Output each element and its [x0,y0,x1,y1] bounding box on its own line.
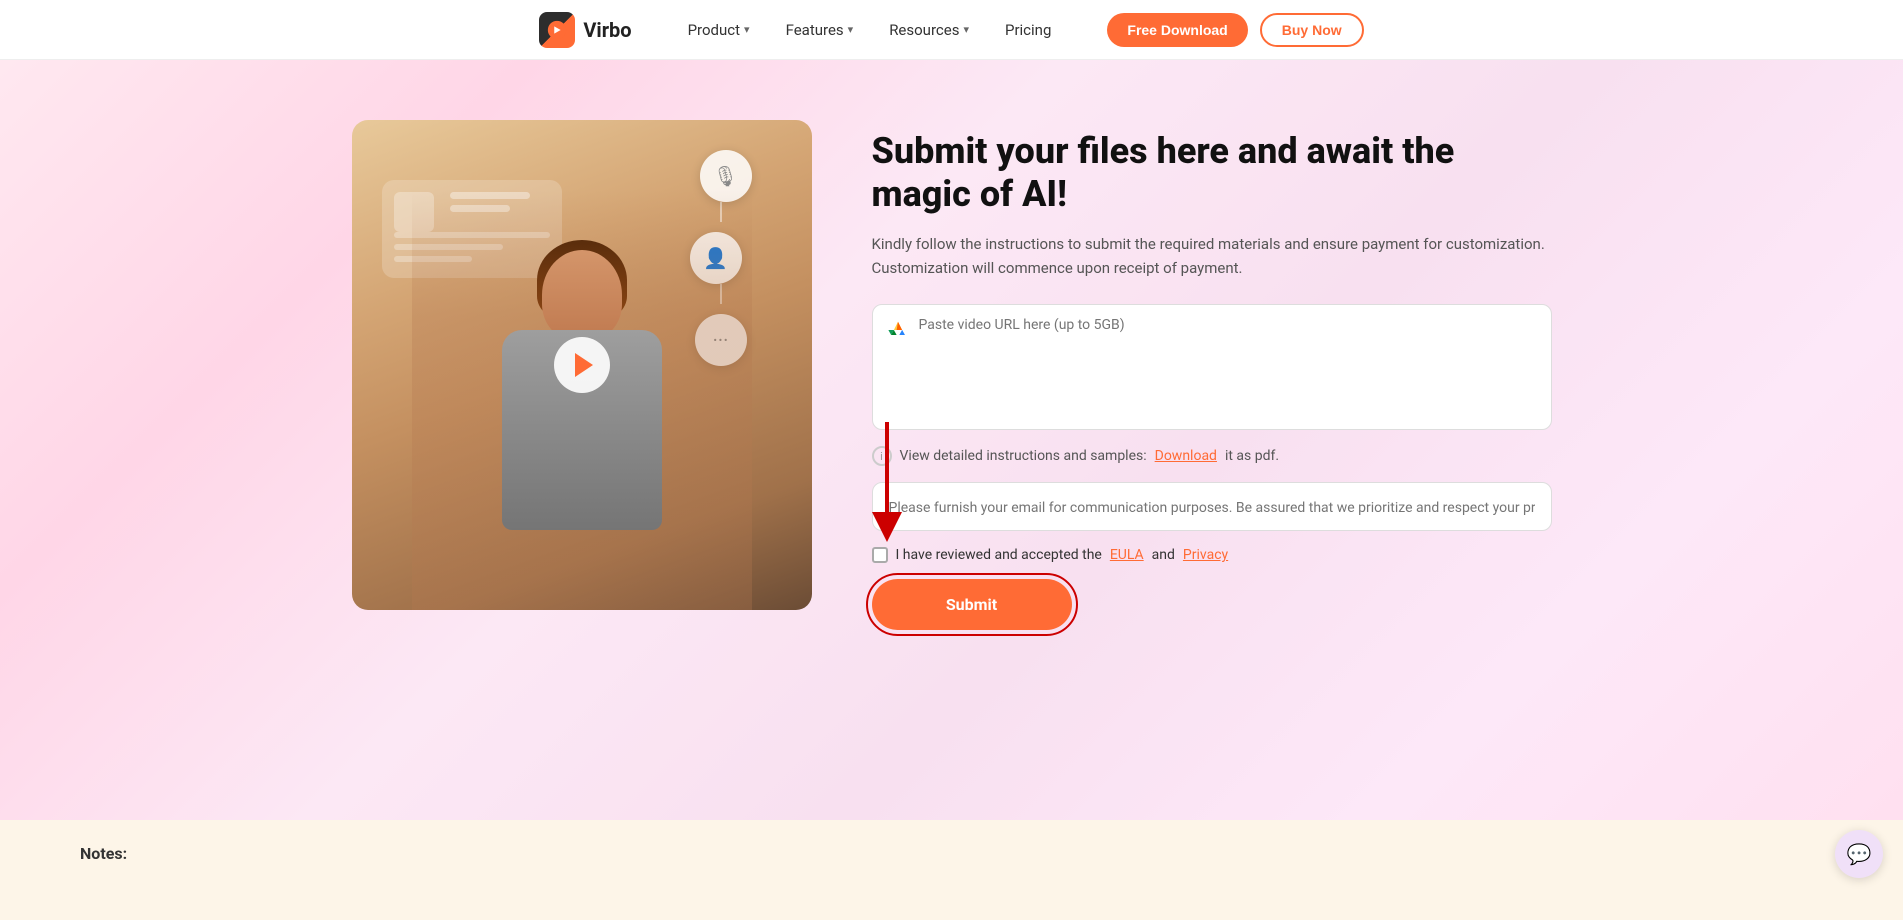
eula-text-before: I have reviewed and accepted the [896,547,1102,563]
chat-icon: 💬 [1847,842,1872,866]
eula-and-text: and [1152,547,1175,563]
person-image [412,190,752,610]
nav-cta-group: Free Download Buy Now [1107,13,1363,47]
form-title: Submit your files here and await the mag… [872,130,1552,216]
submit-button[interactable]: Submit [872,579,1072,630]
download-link[interactable]: Download [1155,448,1217,464]
chevron-down-icon: ▾ [848,23,854,36]
left-side: 🎙 👤 ··· [352,120,812,610]
nav-item-resources[interactable]: Resources ▾ [889,21,969,39]
right-side: Submit your files here and await the mag… [872,120,1552,630]
navbar: Virbo Product ▾ Features ▾ Resources ▾ P… [0,0,1903,60]
chat-widget[interactable]: 💬 [1835,830,1883,878]
eula-checkbox[interactable] [872,547,888,563]
instructions-suffix: it as pdf. [1225,448,1279,464]
annotation-area: I have reviewed and accepted the EULA an… [872,482,1552,630]
free-download-button[interactable]: Free Download [1107,13,1247,47]
nav-item-features[interactable]: Features ▾ [786,21,854,39]
form-area: i View detailed instructions and samples… [872,304,1552,630]
instructions-text: View detailed instructions and samples: [900,448,1147,464]
google-drive-icon [887,319,909,341]
buy-now-button[interactable]: Buy Now [1260,13,1364,47]
notes-label: Notes: [80,844,127,863]
email-input-wrapper [872,482,1552,531]
video-container[interactable]: 🎙 👤 ··· [352,120,812,610]
privacy-link[interactable]: Privacy [1183,547,1228,563]
email-input[interactable] [889,500,1535,516]
chevron-down-icon: ▾ [744,23,750,36]
nav-item-product[interactable]: Product ▾ [688,21,750,39]
instructions-line: i View detailed instructions and samples… [872,446,1552,466]
eula-row: I have reviewed and accepted the EULA an… [872,547,1552,563]
microphone-icon: 🎙 [713,164,738,188]
nav-item-pricing[interactable]: Pricing [1005,21,1051,39]
chevron-down-icon: ▾ [963,23,969,36]
notes-section: Notes: [0,820,1903,920]
eula-link[interactable]: EULA [1110,547,1144,563]
logo[interactable]: Virbo [539,12,631,48]
logo-icon [539,12,575,48]
logo-text: Virbo [583,18,631,42]
play-button[interactable] [554,337,610,393]
person-head [542,250,622,340]
video-url-textarea-wrapper [872,304,1552,430]
person-silhouette [442,210,722,610]
submit-wrapper: Submit [872,579,1072,630]
main-content: 🎙 👤 ··· [0,60,1903,820]
video-url-input[interactable] [919,317,1537,417]
info-icon: i [872,446,892,466]
form-subtitle: Kindly follow the instructions to submit… [872,232,1552,280]
